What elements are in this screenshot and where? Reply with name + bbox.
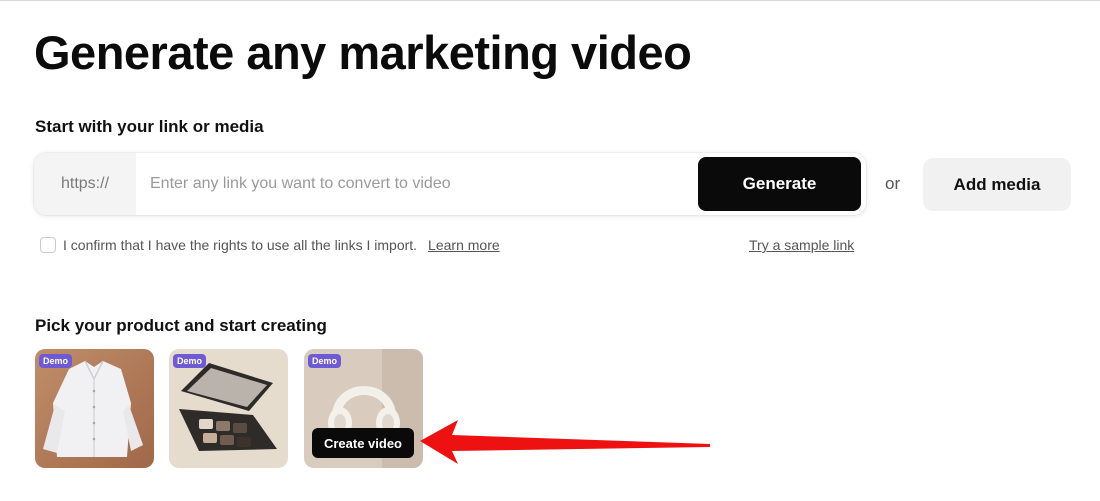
- products-section-label: Pick your product and start creating: [35, 316, 327, 335]
- or-separator: or: [885, 174, 901, 193]
- rights-confirmation-text: I confirm that I have the rights to use …: [63, 237, 418, 253]
- link-section-label: Start with your link or media: [35, 117, 264, 136]
- page-title: Generate any marketing video: [34, 26, 692, 79]
- product-card-shirt[interactable]: Demo: [35, 349, 154, 468]
- demo-badge: Demo: [308, 354, 342, 368]
- try-sample-link[interactable]: Try a sample link: [749, 237, 854, 253]
- add-media-button[interactable]: Add media: [923, 158, 1071, 211]
- annotation-arrow-icon: [420, 420, 710, 464]
- url-input-box: https:// Generate: [34, 153, 866, 215]
- url-input[interactable]: [136, 153, 696, 215]
- url-prefix: https://: [34, 153, 136, 215]
- demo-badge: Demo: [173, 354, 207, 368]
- create-video-button[interactable]: Create video: [312, 428, 414, 458]
- demo-badge: Demo: [39, 354, 73, 368]
- learn-more-link[interactable]: Learn more: [428, 237, 500, 253]
- rights-confirmation: I confirm that I have the rights to use …: [40, 236, 500, 254]
- rights-checkbox[interactable]: [40, 237, 56, 253]
- product-card-headphones[interactable]: Demo Create video: [304, 349, 423, 468]
- product-card-palette[interactable]: Demo: [169, 349, 288, 468]
- top-divider: [0, 0, 1100, 1]
- generate-button[interactable]: Generate: [698, 157, 861, 211]
- page: Generate any marketing video Start with …: [0, 0, 1100, 501]
